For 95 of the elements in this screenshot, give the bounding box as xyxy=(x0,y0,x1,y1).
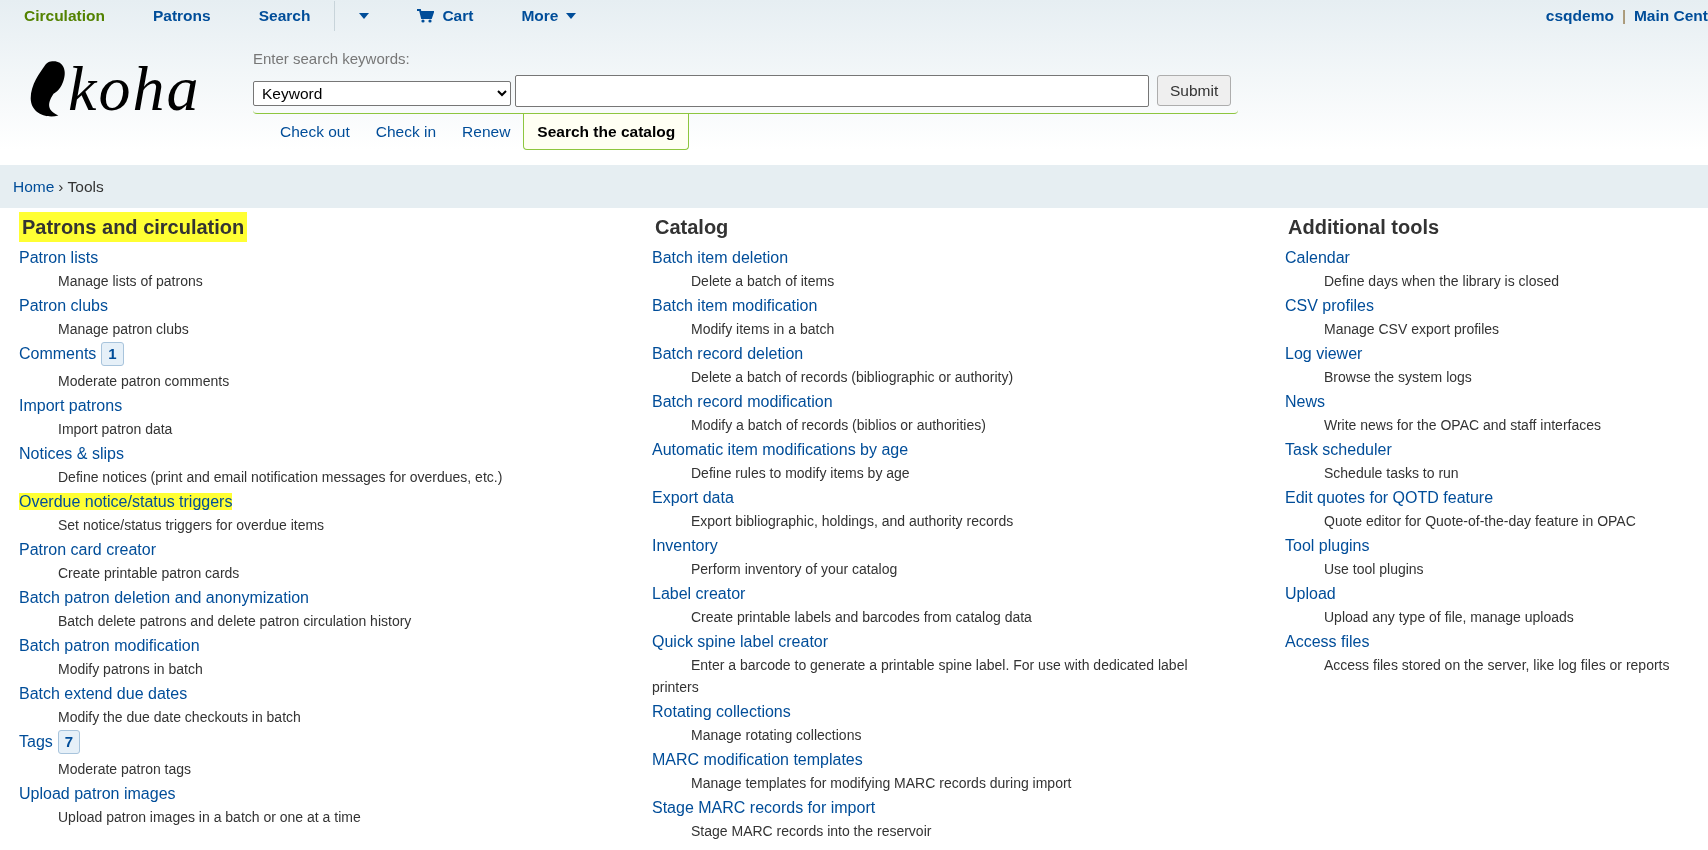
tool-link[interactable]: Patron clubs xyxy=(19,297,108,314)
tool-link[interactable]: CSV profiles xyxy=(1285,297,1374,314)
tool-link[interactable]: Task scheduler xyxy=(1285,441,1392,458)
tool-description: Modify patrons in batch xyxy=(57,660,204,679)
tool-link[interactable]: Upload xyxy=(1285,585,1336,602)
breadcrumb-separator: › xyxy=(58,176,64,197)
tool-description: Moderate patron comments xyxy=(57,372,231,391)
logo[interactable]: koha xyxy=(68,56,201,121)
tool-description: Modify the due date checkouts in batch xyxy=(57,708,302,727)
tool-link[interactable]: Batch item deletion xyxy=(652,249,789,266)
tool-description: Batch delete patrons and delete patron circulation history xyxy=(57,612,413,631)
tool-link[interactable]: Tags xyxy=(19,733,53,750)
tool-description: Quote editor for Quote-of-the-day feature in OPAC xyxy=(1323,512,1637,531)
tool-link[interactable]: Notices & slips xyxy=(19,445,124,462)
tool-link[interactable]: Upload patron images xyxy=(19,785,176,802)
caret-icon xyxy=(359,13,370,19)
submit-button[interactable]: Submit xyxy=(1157,74,1232,106)
tool-description: Set notice/status triggers for overdue items xyxy=(57,516,326,535)
keyword-select[interactable]: Keyword xyxy=(253,80,511,106)
tool-description: Manage templates for modifying MARC records during import xyxy=(690,774,1073,793)
cart-link[interactable]: Cart xyxy=(393,0,498,32)
tool-link[interactable]: Patron card creator xyxy=(19,541,156,558)
tool-link[interactable]: MARC modification templates xyxy=(652,751,863,768)
nav-link[interactable]: Patrons xyxy=(128,0,235,32)
tool-description: Enter a barcode to generate a printable spine label. For use with dedicated label printers xyxy=(652,656,1189,697)
breadcrumb-link[interactable]: Home xyxy=(13,174,55,199)
tool-link[interactable]: Access files xyxy=(1285,633,1370,650)
tool-link[interactable]: Edit quotes for QOTD feature xyxy=(1285,489,1494,506)
tool-description: Access files stored on the server, like log files or reports xyxy=(1323,656,1671,675)
tool-description: Define rules to modify items by age xyxy=(690,464,911,483)
tool-link[interactable]: Export data xyxy=(652,489,734,506)
tool-description: Browse the system logs xyxy=(1323,368,1473,387)
tool-link[interactable]: Patron lists xyxy=(19,249,99,266)
tool-link[interactable]: Batch record modification xyxy=(652,393,833,410)
tool-link[interactable]: Import patrons xyxy=(19,397,123,414)
tool-description: Export bibliographic, holdings, and authority records xyxy=(690,512,1015,531)
tool-link[interactable]: Stage MARC records for import xyxy=(652,799,876,816)
cart-icon xyxy=(417,9,435,23)
tool-link[interactable]: Label creator xyxy=(652,585,746,602)
tool-description: Manage rotating collections xyxy=(690,726,863,745)
tool-description: Moderate patron tags xyxy=(57,760,193,779)
nav-link[interactable]: Search xyxy=(234,0,335,32)
breadcrumb-current: Tools xyxy=(67,176,104,197)
tool-description: Delete a batch of records (bibliographic or authority) xyxy=(690,368,1015,387)
tool-link[interactable]: Batch patron deletion and anonymization xyxy=(19,589,309,606)
tool-description: Define days when the library is closed xyxy=(1323,272,1560,291)
tool-link[interactable]: Batch record deletion xyxy=(652,345,804,362)
tool-link[interactable]: Calendar xyxy=(1285,249,1350,266)
count-badge: 1 xyxy=(101,342,124,366)
tool-link[interactable]: Batch item modification xyxy=(652,297,818,314)
tool-link[interactable]: Comments xyxy=(19,345,97,362)
tool-description: Define notices (print and email notification messages for overdues, etc.) xyxy=(57,468,504,487)
tool-link[interactable]: Automatic item modifications by age xyxy=(652,441,909,458)
tool-link[interactable]: Overdue notice/status triggers xyxy=(19,493,233,510)
nav-link[interactable]: Circulation xyxy=(0,0,129,32)
count-badge: 7 xyxy=(57,730,81,754)
logo-icon xyxy=(28,58,68,119)
caret-icon xyxy=(566,13,577,19)
tool-link[interactable]: Quick spine label creator xyxy=(652,633,829,650)
tool-link[interactable]: News xyxy=(1285,393,1325,410)
tool-link[interactable]: Tool plugins xyxy=(1285,537,1370,554)
tool-description: Upload any type of file, manage uploads xyxy=(1323,608,1575,627)
tool-description: Manage patron clubs xyxy=(57,320,190,339)
tool-description: Schedule tasks to run xyxy=(1323,464,1460,483)
search-tab[interactable]: Check in xyxy=(362,113,450,150)
tool-description: Write news for the OPAC and staff interfaces xyxy=(1323,416,1602,435)
tool-description: Delete a batch of items xyxy=(690,272,836,291)
tool-description: Use tool plugins xyxy=(1323,560,1425,579)
tool-description: Create printable patron cards xyxy=(57,564,241,583)
tool-link[interactable]: Rotating collections xyxy=(652,703,791,720)
search-label: Enter search keywords: xyxy=(253,49,411,69)
section-heading: Additional tools xyxy=(1287,215,1441,240)
tool-description: Perform inventory of your catalog xyxy=(690,560,899,579)
search-tab[interactable]: Search the catalog xyxy=(523,113,690,150)
section-heading: Patrons and circulation xyxy=(19,212,248,242)
separator: | xyxy=(1621,6,1626,27)
tool-description: Upload patron images in a batch or one at a time xyxy=(57,808,362,827)
search-tab[interactable]: Check out xyxy=(267,113,363,150)
search-field[interactable] xyxy=(515,74,1149,107)
tool-link[interactable]: Log viewer xyxy=(1285,345,1363,362)
tool-description: Modify items in a batch xyxy=(690,320,836,339)
tool-description: Create printable labels and barcodes from catalog data xyxy=(690,608,1033,627)
more-menu[interactable]: More xyxy=(497,0,601,32)
tool-description: Stage MARC records into the reservoir xyxy=(690,822,933,841)
user-link[interactable]: csqdemo xyxy=(1545,4,1614,28)
tool-description: Modify a batch of records (biblios or authorities) xyxy=(690,416,987,435)
tool-description: Import patron data xyxy=(57,420,174,439)
section-heading: Catalog xyxy=(654,215,730,240)
tool-link[interactable]: Batch patron modification xyxy=(19,637,200,654)
search-tab[interactable]: Renew xyxy=(449,113,524,150)
tool-description: Manage CSV export profiles xyxy=(1323,320,1501,339)
tool-link[interactable]: Inventory xyxy=(652,537,718,554)
tool-link[interactable]: Batch extend due dates xyxy=(19,685,188,702)
tool-description: Manage lists of patrons xyxy=(57,272,204,291)
branch-link[interactable]: Main Cent xyxy=(1633,4,1708,28)
